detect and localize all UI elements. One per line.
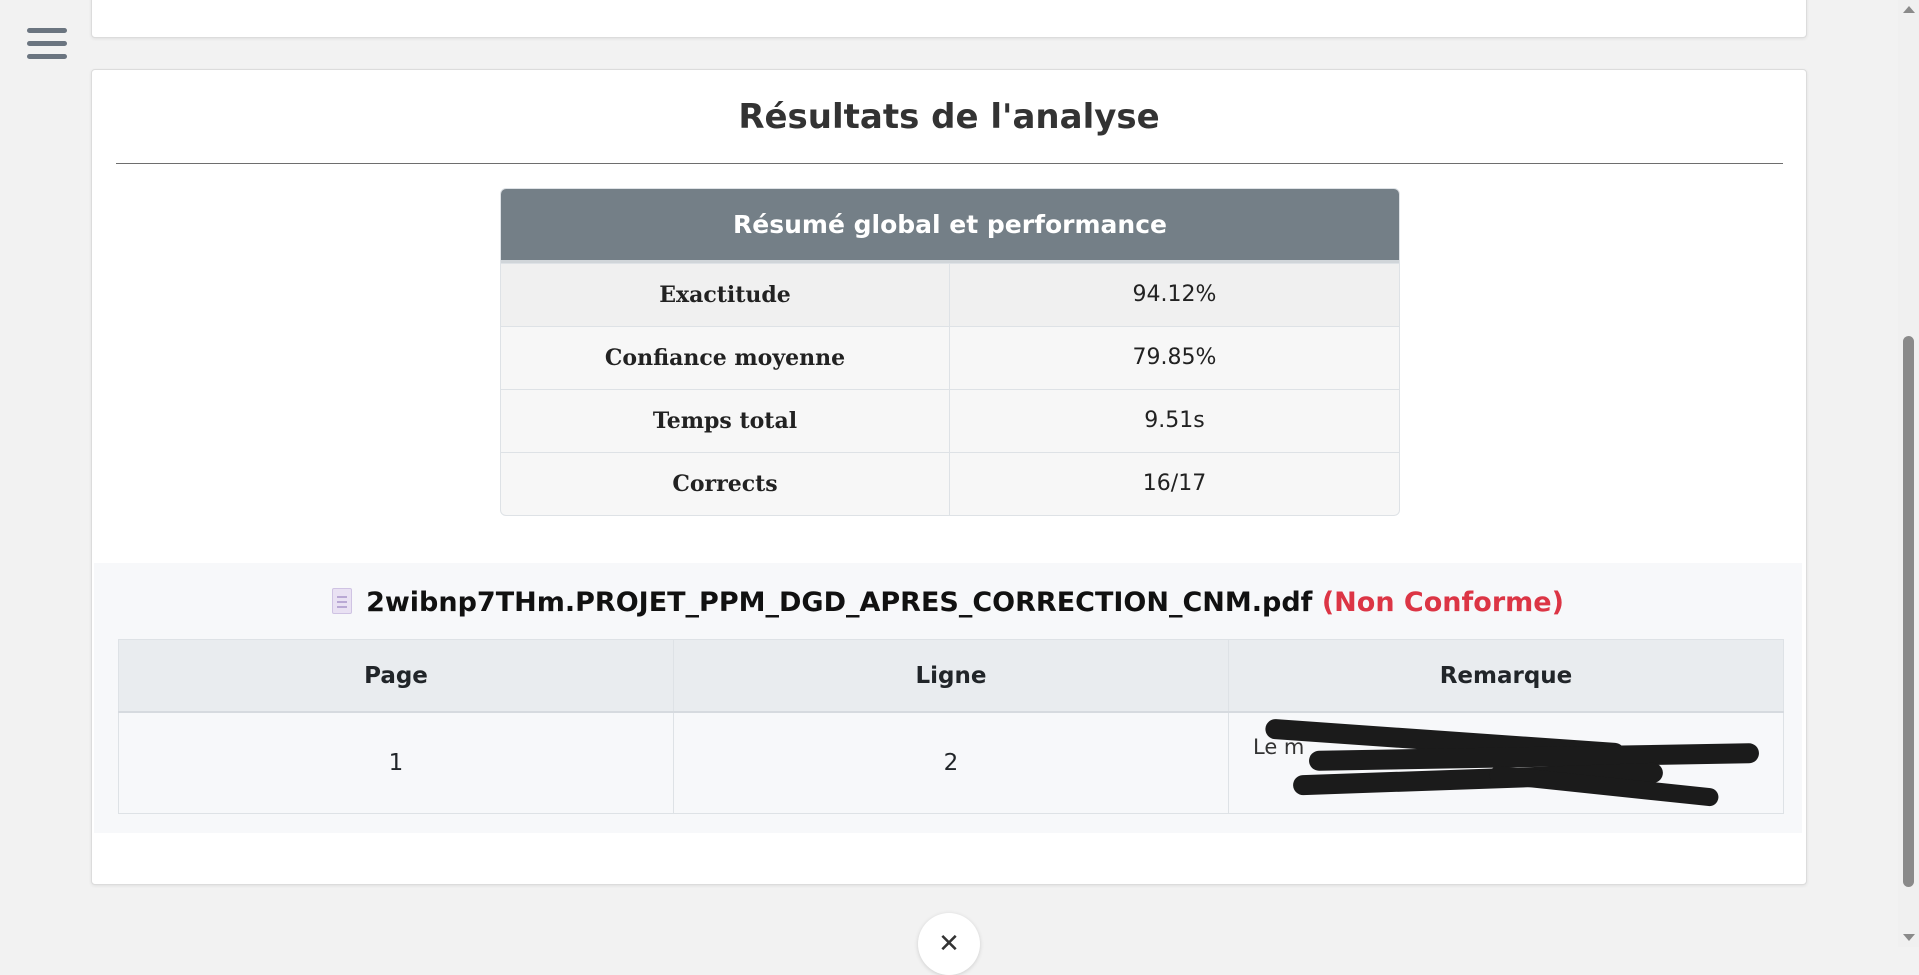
analysis-results-card: Résultats de l'analyse Résumé global et …	[91, 69, 1807, 885]
summary-row-confidence: Confiance moyenne 79.85%	[501, 326, 1399, 389]
file-name: 2wibnp7THm.PROJET_PPM_DGD_APRES_CORRECTI…	[366, 587, 1313, 618]
summary-row-accuracy: Exactitude 94.12%	[501, 263, 1399, 326]
title-divider	[116, 163, 1783, 164]
column-header-line: Ligne	[673, 639, 1229, 713]
scroll-down-arrow-icon[interactable]	[1903, 934, 1915, 941]
column-header-remark: Remarque	[1228, 639, 1784, 713]
summary-label: Temps total	[501, 390, 950, 452]
column-header-page: Page	[118, 639, 674, 713]
summary-label: Corrects	[501, 453, 950, 515]
status-badge: (Non Conforme)	[1321, 587, 1564, 618]
summary-value: 79.85%	[1132, 345, 1217, 370]
remark-cell: Le m	[1228, 711, 1784, 814]
scroll-up-arrow-icon[interactable]	[1903, 6, 1915, 13]
page-cell: 1	[118, 711, 674, 814]
page-scrollbar[interactable]	[1898, 0, 1919, 947]
summary-table: Résumé global et performance Exactitude …	[500, 188, 1400, 516]
collapse-button[interactable]: ✕	[918, 913, 980, 975]
line-cell: 2	[673, 711, 1229, 814]
hamburger-menu-icon[interactable]	[27, 28, 67, 64]
chevron-down-icon: ✕	[938, 929, 960, 959]
previous-card	[91, 0, 1807, 38]
summary-value: 16/17	[1142, 471, 1207, 496]
summary-row-correct: Corrects 16/17	[501, 452, 1399, 515]
summary-row-total-time: Temps total 9.51s	[501, 389, 1399, 452]
document-icon	[332, 588, 353, 614]
page-title: Résultats de l'analyse	[738, 97, 1160, 137]
summary-table-header: Résumé global et performance	[501, 189, 1399, 263]
issues-table-header: Page Ligne Remarque	[118, 639, 1784, 713]
issues-table: Page Ligne Remarque 1 2 Le m	[118, 639, 1784, 814]
file-result-section: 2wibnp7THm.PROJET_PPM_DGD_APRES_CORRECTI…	[94, 563, 1802, 833]
summary-label: Confiance moyenne	[501, 327, 950, 389]
summary-label: Exactitude	[501, 264, 950, 326]
file-title: 2wibnp7THm.PROJET_PPM_DGD_APRES_CORRECTI…	[94, 587, 1802, 618]
scrollbar-thumb[interactable]	[1903, 336, 1914, 887]
summary-value: 94.12%	[1132, 282, 1217, 307]
table-row: 1 2 Le m	[118, 711, 1784, 814]
summary-value: 9.51s	[1144, 408, 1205, 433]
